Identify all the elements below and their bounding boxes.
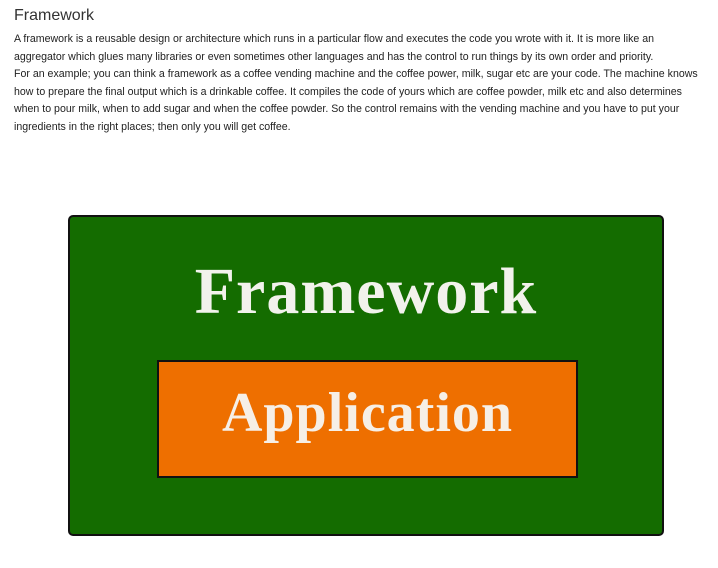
paragraph-example: For an example; you can think a framewor… xyxy=(14,68,698,133)
framework-diagram: Framework Application xyxy=(68,215,664,536)
framework-label: Framework xyxy=(194,255,538,328)
application-box: Application xyxy=(157,360,578,478)
section-title: Framework xyxy=(14,7,95,24)
paragraph-definition: A framework is a reusable design or arch… xyxy=(14,33,655,63)
application-label: Application xyxy=(221,382,514,444)
section-body: A framework is a reusable design or arch… xyxy=(14,31,708,136)
